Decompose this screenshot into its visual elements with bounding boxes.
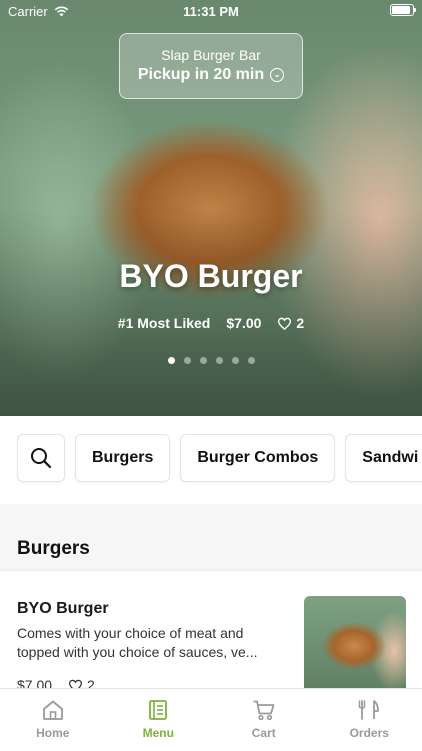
carousel-dot[interactable] xyxy=(200,357,207,364)
category-burgers[interactable]: Burgers xyxy=(75,434,170,482)
search-icon xyxy=(30,447,52,469)
carousel-dot[interactable] xyxy=(216,357,223,364)
carousel-dot[interactable] xyxy=(168,357,175,364)
battery-icon xyxy=(390,4,414,16)
hero-meta: #1 Most Liked $7.00 2 xyxy=(0,315,422,331)
carousel-dot[interactable] xyxy=(248,357,255,364)
item-desc-line1: Comes with your choice of meat and xyxy=(17,625,243,641)
tab-home[interactable]: Home xyxy=(0,689,106,751)
category-row: Burgers Burger Combos Sandwi xyxy=(17,434,422,482)
orders-icon xyxy=(358,699,380,721)
home-icon xyxy=(41,699,65,721)
carousel-dots[interactable] xyxy=(0,357,422,364)
category-sandwiches[interactable]: Sandwi xyxy=(345,434,422,482)
section-header: Burgers xyxy=(0,504,422,570)
carousel-dot[interactable] xyxy=(184,357,191,364)
item-description: Comes with your choice of meat and toppe… xyxy=(17,624,287,662)
tab-home-label: Home xyxy=(36,726,69,740)
chevron-down-icon: ⌄ xyxy=(270,68,284,82)
hero-banner[interactable]: Carrier 11:31 PM Slap Burger Bar Pickup … xyxy=(0,0,422,416)
cart-icon xyxy=(252,699,276,721)
menu-icon xyxy=(148,699,168,721)
category-bar: Burgers Burger Combos Sandwi xyxy=(0,416,422,504)
pickup-label: Pickup in 20 min xyxy=(138,64,264,86)
hero-title: BYO Burger xyxy=(0,258,422,295)
carousel-dot[interactable] xyxy=(232,357,239,364)
tab-orders[interactable]: Orders xyxy=(317,689,422,751)
category-burger-combos[interactable]: Burger Combos xyxy=(180,434,335,482)
heart-icon xyxy=(277,317,292,330)
item-name: BYO Burger xyxy=(17,600,109,618)
hero-likes: 2 xyxy=(277,315,304,331)
tab-menu[interactable]: Menu xyxy=(106,689,212,751)
clock: 11:31 PM xyxy=(0,4,422,19)
hero-price: $7.00 xyxy=(226,315,261,331)
store-name: Slap Burger Bar xyxy=(120,46,302,64)
section-title: Burgers xyxy=(17,538,90,560)
hero-rank: #1 Most Liked xyxy=(118,315,211,331)
item-desc-line2: topped with you choice of sauces, ve... xyxy=(17,643,287,662)
store-pickup-selector[interactable]: Slap Burger Bar Pickup in 20 min ⌄ xyxy=(119,33,303,99)
tab-cart[interactable]: Cart xyxy=(211,689,317,751)
item-image xyxy=(304,596,406,694)
search-button[interactable] xyxy=(17,434,65,482)
status-bar: Carrier 11:31 PM xyxy=(0,0,422,22)
pickup-time: Pickup in 20 min ⌄ xyxy=(120,64,302,86)
tab-orders-label: Orders xyxy=(350,726,389,740)
tab-menu-label: Menu xyxy=(143,726,174,740)
hero-like-count: 2 xyxy=(296,315,304,331)
tab-cart-label: Cart xyxy=(252,726,276,740)
tab-bar: Home Menu Cart xyxy=(0,688,422,751)
